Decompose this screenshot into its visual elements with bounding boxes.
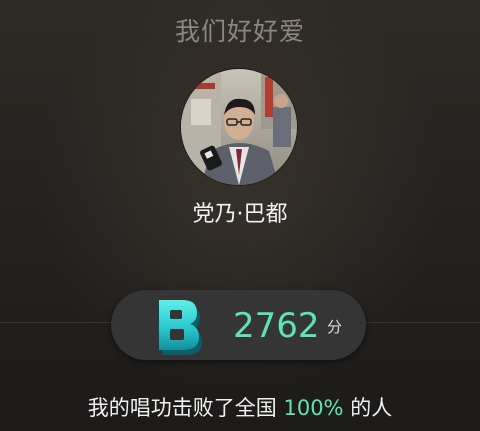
beat-percent: 100%: [283, 396, 344, 420]
grade-b-icon: [159, 300, 202, 355]
beat-summary: 我的唱功击败了全国 100% 的人: [0, 392, 480, 422]
beat-prefix: 我的唱功击败了全国: [87, 396, 284, 420]
song-title: 我们好好爱: [174, 17, 305, 46]
score-panel: 2762 分: [111, 290, 366, 360]
singer-avatar[interactable]: [181, 69, 297, 185]
singer-name: 党乃·巴都: [192, 202, 288, 227]
score-unit: 分: [327, 318, 343, 336]
singer-photo-icon: [181, 69, 297, 185]
beat-suffix: 的人: [343, 396, 393, 420]
score-value: 2762: [233, 306, 320, 346]
